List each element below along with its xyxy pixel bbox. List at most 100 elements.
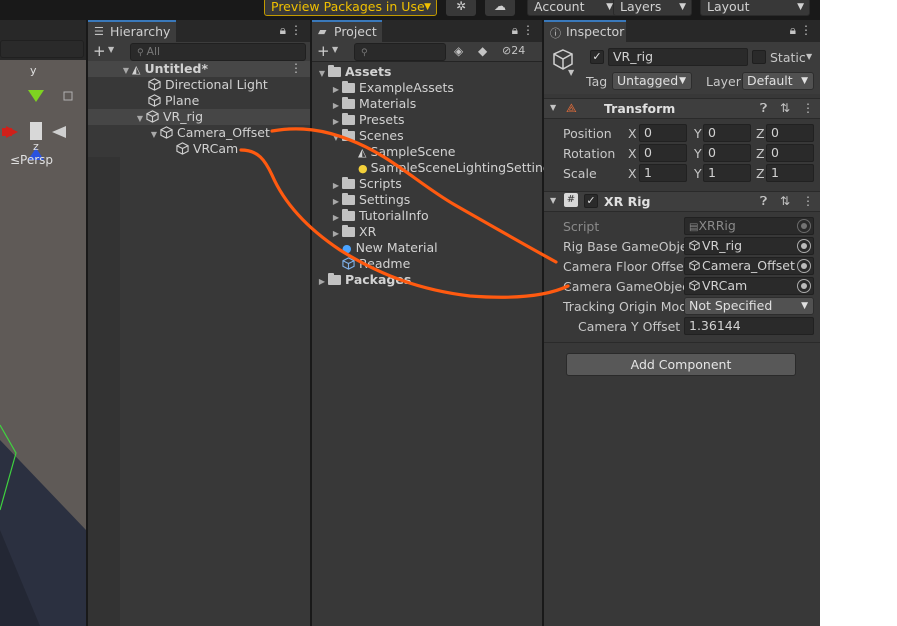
fold-arrow-icon[interactable]: ▶ (316, 274, 328, 290)
tab-hierarchy[interactable]: ☰ Hierarchy (88, 20, 176, 42)
scale-x-field[interactable]: 1 (639, 164, 687, 182)
tree-item-directional-light[interactable]: Directional Light (148, 77, 268, 93)
collab-icon[interactable]: ✲ (446, 0, 476, 16)
fold-arrow-icon[interactable]: ▼ (120, 63, 132, 79)
add-component-button[interactable]: Add Component (566, 353, 796, 376)
kebab-menu-icon[interactable]: ⋮ (522, 23, 534, 37)
label-tag-icon[interactable]: ◆ (478, 44, 487, 58)
tree-item-camera-offset[interactable]: ▼ Camera_Offset (148, 125, 270, 141)
hidden-packages-button[interactable]: ⊘24 (502, 44, 525, 57)
scene-search-input[interactable] (0, 40, 84, 58)
layer-dropdown[interactable]: Default ▼ (742, 72, 814, 90)
add-icon[interactable]: + (317, 42, 330, 60)
kebab-menu-icon[interactable]: ⋮ (800, 23, 812, 37)
rotation-z-field[interactable]: 0 (766, 144, 814, 162)
tracking-origin-label: Tracking Origin Mode (563, 299, 695, 314)
cloud-icon[interactable]: ☁ (485, 0, 515, 16)
position-z-field[interactable]: 0 (766, 124, 814, 142)
hierarchy-header: ☰ Hierarchy 🔒︎ ⋮ (88, 20, 310, 42)
fold-arrow-icon[interactable]: ▶ (330, 226, 342, 242)
filter-type-icon[interactable]: ◈ (454, 44, 463, 58)
rig-base-field[interactable]: VR_rig (684, 237, 814, 255)
lock-icon[interactable]: 🔒︎ (512, 23, 518, 38)
layers-dropdown[interactable]: Layers ▼ (613, 0, 692, 16)
persp-toggle[interactable]: ≤Persp (10, 153, 53, 167)
tag-dropdown[interactable]: Untagged ▼ (612, 72, 692, 90)
xr-rig-enabled-checkbox[interactable]: ✓ (584, 194, 598, 208)
rotation-x-field[interactable]: 0 (639, 144, 687, 162)
active-checkbox[interactable]: ✓ (590, 50, 604, 64)
lock-icon[interactable]: 🔒︎ (280, 23, 286, 38)
position-y-field[interactable]: 0 (703, 124, 751, 142)
preview-packages-dropdown[interactable]: Preview Packages in Use ▼ (264, 0, 437, 16)
tree-item-xr[interactable]: ▶ XR (330, 224, 376, 240)
preset-sliders-icon[interactable]: ⇅ (780, 101, 790, 115)
fold-arrow-icon[interactable]: ▼ (148, 127, 160, 143)
chevron-down-icon: ▼ (679, 76, 686, 86)
tab-project[interactable]: ▰ Project (312, 20, 382, 42)
tree-item-packages[interactable]: ▶ Packages (316, 272, 411, 288)
static-checkbox[interactable] (752, 50, 766, 64)
fold-arrow-icon[interactable]: ▼ (550, 196, 556, 205)
tree-item-scenes[interactable]: ▼ Scenes (330, 128, 404, 144)
tree-item-presets[interactable]: ▶ Presets (330, 112, 405, 128)
object-picker-icon[interactable] (797, 279, 811, 293)
assets-label: Assets (345, 64, 392, 79)
tree-item-assets[interactable]: ▼ Assets (316, 64, 392, 82)
fold-arrow-icon[interactable]: ▼ (316, 66, 328, 82)
position-x-field[interactable]: 0 (639, 124, 687, 142)
scene-view-panel[interactable]: y z ≤Persp (0, 20, 86, 626)
rotation-x-value: 0 (644, 145, 652, 160)
fold-arrow-icon[interactable]: ▼ (550, 103, 556, 112)
tree-item-scripts[interactable]: ▶ Scripts (330, 176, 402, 192)
chevron-down-icon[interactable]: ▼ (568, 68, 574, 77)
tree-item-readme[interactable]: Readme (342, 256, 410, 272)
folder-icon (342, 177, 355, 189)
inspector-header: ⓘ Inspector 🔒︎ ⋮ (544, 20, 820, 42)
object-name-field[interactable]: VR_rig (608, 48, 748, 66)
chevron-down-icon[interactable]: ▼ (806, 52, 812, 61)
account-dropdown[interactable]: Account ▼ (527, 0, 619, 16)
tree-item-tutorialinfo[interactable]: ▶ TutorialInfo (330, 208, 429, 224)
scene-viewport[interactable] (0, 60, 86, 626)
tree-item-materials[interactable]: ▶ Materials (330, 96, 416, 112)
lock-icon[interactable]: 🔒︎ (790, 23, 796, 38)
tree-item-new-material[interactable]: ● New Material (342, 240, 438, 256)
tree-item-vrcam[interactable]: VRCam (176, 141, 238, 157)
chevron-down-icon[interactable]: ▼ (108, 45, 114, 54)
kebab-menu-icon[interactable]: ⋮ (802, 194, 814, 208)
fold-arrow-icon[interactable]: ▼ (330, 130, 342, 146)
camera-y-offset-field[interactable]: 1.36144 (684, 317, 814, 335)
xr-rig-header[interactable]: ▼ # ✓ XR Rig ❓︎ ⇅ ⋮ (544, 191, 820, 212)
object-picker-icon[interactable] (797, 259, 811, 273)
help-icon[interactable]: ❓︎ (760, 101, 767, 116)
kebab-menu-icon[interactable]: ⋮ (802, 101, 814, 115)
preset-sliders-icon[interactable]: ⇅ (780, 194, 790, 208)
script-value: XRRig (698, 218, 736, 233)
fold-arrow-icon[interactable]: ▼ (134, 111, 146, 127)
scale-y-field[interactable]: 1 (703, 164, 751, 182)
kebab-menu-icon[interactable]: ⋮ (290, 61, 302, 75)
hierarchy-search-input[interactable]: ⚲ All (130, 43, 306, 61)
chevron-down-icon[interactable]: ▼ (332, 45, 338, 54)
tree-item-vr-rig[interactable]: ▼ VR_rig (134, 109, 203, 125)
camera-gameobject-field[interactable]: VRCam (684, 277, 814, 295)
tree-item-plane[interactable]: Plane (148, 93, 199, 109)
tracking-origin-dropdown[interactable]: Not Specified ▼ (684, 297, 814, 315)
layout-dropdown[interactable]: Layout ▼ (700, 0, 810, 16)
tree-item-lighting-settings[interactable]: ● SampleSceneLightingSettings (358, 160, 557, 176)
tree-item-settings[interactable]: ▶ Settings (330, 192, 410, 208)
scale-z-field[interactable]: 1 (766, 164, 814, 182)
rotation-y-field[interactable]: 0 (703, 144, 751, 162)
tab-inspector[interactable]: ⓘ Inspector (544, 20, 626, 42)
tree-item-exampleassets[interactable]: ▶ ExampleAssets (330, 80, 454, 96)
tree-item-samplescene[interactable]: ◭ SampleScene (358, 144, 455, 160)
tree-item-scene[interactable]: ▼ ◭ Untitled* (120, 61, 208, 77)
object-picker-icon[interactable] (797, 239, 811, 253)
help-icon[interactable]: ❓︎ (760, 194, 767, 209)
camera-floor-offset-field[interactable]: Camera_Offset (684, 257, 814, 275)
kebab-menu-icon[interactable]: ⋮ (290, 23, 302, 37)
project-search-input[interactable]: ⚲ (354, 43, 446, 61)
add-icon[interactable]: + (93, 42, 106, 60)
transform-header[interactable]: ▼ ⟁ Transform ❓︎ ⇅ ⋮ (544, 98, 820, 119)
